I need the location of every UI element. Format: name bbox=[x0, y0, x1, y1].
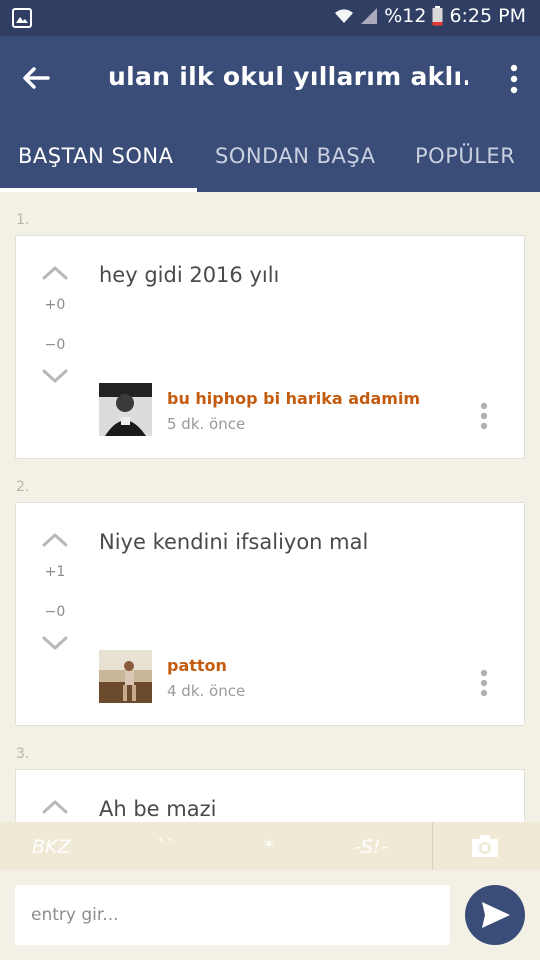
author-avatar[interactable] bbox=[99, 383, 152, 436]
tab-bastan-sona[interactable]: BAŞTAN SONA bbox=[18, 144, 173, 168]
downvote-icon[interactable] bbox=[40, 367, 70, 387]
upvote-icon[interactable] bbox=[40, 262, 70, 282]
signal-icon bbox=[361, 8, 378, 24]
entry-number: 1. bbox=[16, 212, 30, 228]
overflow-menu-icon[interactable] bbox=[508, 64, 520, 94]
back-arrow-icon[interactable] bbox=[18, 60, 54, 96]
send-icon bbox=[482, 902, 510, 928]
downvote-icon[interactable] bbox=[40, 634, 70, 654]
entry-input[interactable] bbox=[15, 885, 450, 945]
entry-text: Ah be mazi bbox=[99, 797, 217, 821]
clock: 6:25 PM bbox=[449, 5, 526, 27]
tab-populer[interactable]: POPÜLER bbox=[415, 144, 515, 168]
tab-sondan-basa[interactable]: SONDAN BAŞA bbox=[215, 144, 375, 168]
entry-text: Niye kendini ifsaliyon mal bbox=[99, 530, 369, 554]
battery-percent: %12 bbox=[384, 5, 427, 27]
send-button[interactable] bbox=[465, 885, 525, 945]
upvote-count: +0 bbox=[44, 297, 66, 313]
backtick-button[interactable]: `` bbox=[155, 836, 174, 858]
entry-card: Ah be mazi bbox=[15, 769, 525, 822]
entry-list[interactable]: 1. +0 −0 hey gidi 2016 yılı bu hiphop bi… bbox=[0, 192, 540, 822]
author-name[interactable]: patton bbox=[167, 656, 227, 675]
topic-title: ulan ilk okul yıllarım aklı... bbox=[108, 62, 468, 91]
entry-menu-icon[interactable] bbox=[480, 402, 488, 430]
entry-card: +0 −0 hey gidi 2016 yılı bu hiphop bi ha… bbox=[15, 235, 525, 459]
app-bar: ulan ilk okul yıllarım aklı... bbox=[0, 36, 540, 122]
camera-icon[interactable] bbox=[469, 832, 501, 860]
battery-icon bbox=[432, 6, 443, 26]
author-avatar[interactable] bbox=[99, 650, 152, 703]
downvote-count: −0 bbox=[44, 337, 66, 353]
upvote-count: +1 bbox=[44, 564, 66, 580]
upvote-icon[interactable] bbox=[40, 796, 70, 816]
bkz-button[interactable]: BKZ bbox=[32, 836, 71, 858]
image-notification-icon bbox=[12, 8, 32, 28]
entry-input-bar bbox=[0, 870, 540, 960]
entry-number: 2. bbox=[16, 479, 30, 495]
format-toolbar: BKZ `` * -S!- bbox=[0, 822, 540, 870]
entry-menu-icon[interactable] bbox=[480, 669, 488, 697]
entry-time: 5 dk. önce bbox=[167, 415, 246, 433]
spoiler-button[interactable]: -S!- bbox=[354, 836, 387, 858]
entry-time: 4 dk. önce bbox=[167, 682, 246, 700]
entry-text: hey gidi 2016 yılı bbox=[99, 263, 280, 287]
asterisk-button[interactable]: * bbox=[264, 836, 274, 858]
downvote-count: −0 bbox=[44, 604, 66, 620]
upvote-icon[interactable] bbox=[40, 529, 70, 549]
wifi-icon bbox=[335, 9, 354, 23]
toolbar-divider bbox=[432, 822, 433, 870]
entry-card: +1 −0 Niye kendini ifsaliyon mal patton … bbox=[15, 502, 525, 726]
status-bar: %12 6:25 PM bbox=[0, 0, 540, 36]
author-name[interactable]: bu hiphop bi harika adamim bbox=[167, 389, 420, 408]
entry-number: 3. bbox=[16, 746, 30, 762]
sort-tabs: BAŞTAN SONA SONDAN BAŞA POPÜLER bbox=[0, 122, 540, 192]
